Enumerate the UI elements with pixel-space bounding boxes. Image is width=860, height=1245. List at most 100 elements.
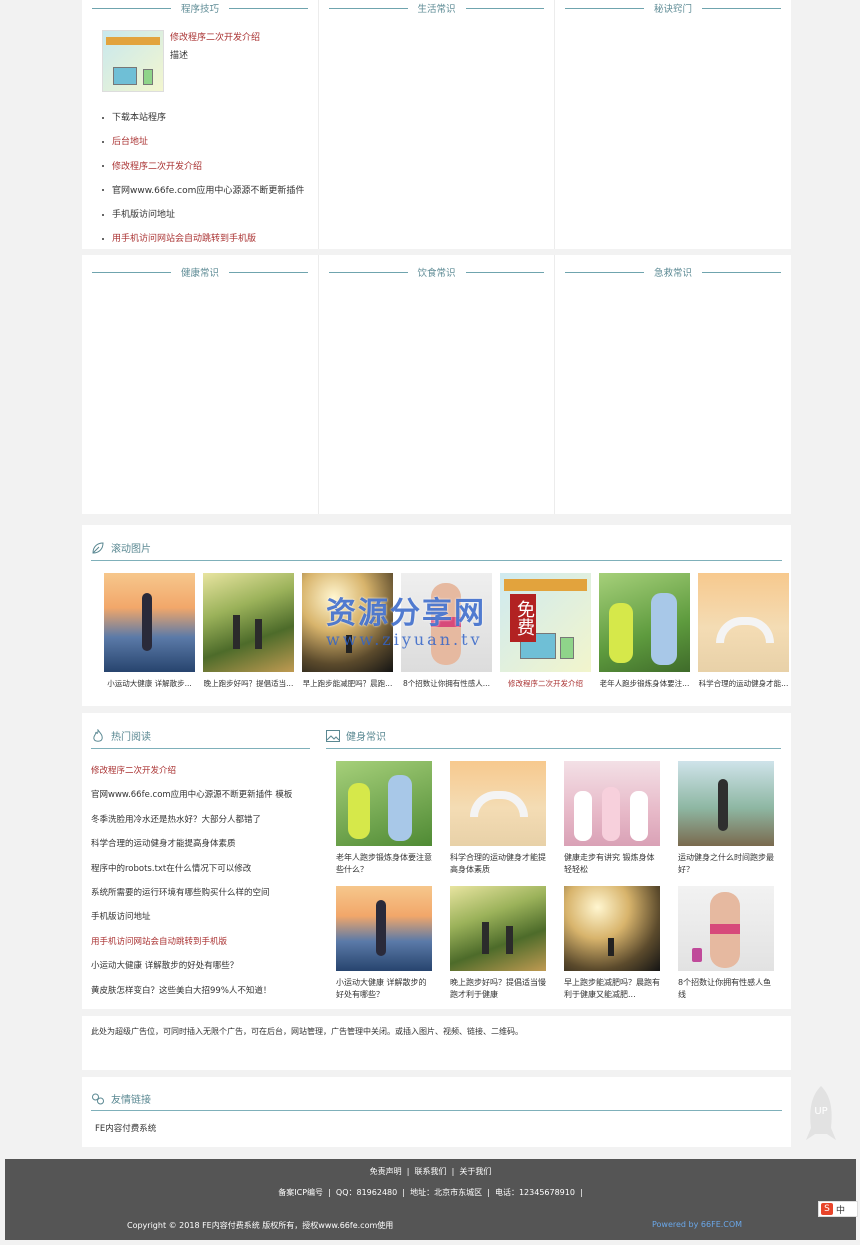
- ime-indicator[interactable]: S 中: [818, 1201, 858, 1217]
- column-title-text[interactable]: 急救常识: [654, 265, 692, 279]
- fitness-image[interactable]: [678, 761, 774, 846]
- footer-link-contact[interactable]: 联系我们: [415, 1167, 447, 1176]
- fitness-image[interactable]: [564, 761, 660, 846]
- carousel-caption[interactable]: 修改程序二次开发介绍: [500, 678, 591, 689]
- watermark-url-text: www.ziyuan.tv: [326, 630, 483, 649]
- footer-icp: 备案ICP编号: [278, 1188, 324, 1197]
- footer-powered-by[interactable]: Powered by 66FE.COM: [652, 1220, 742, 1229]
- list-item[interactable]: 冬季洗脸用冷水还是热水好？大部分人都错了: [91, 808, 310, 832]
- fitness-caption[interactable]: 运动健身之什么时间跑步最好？: [678, 852, 774, 876]
- list-item[interactable]: 科学合理的运动健身才能提高身体素质: [91, 832, 310, 856]
- section-title[interactable]: 健身常识: [346, 728, 386, 743]
- section-header: 热门阅读: [91, 723, 310, 749]
- friend-link[interactable]: FE内容付费系统: [95, 1122, 782, 1134]
- column-title: 健康常识: [82, 264, 318, 280]
- fitness-item[interactable]: 晚上跑步好吗？提倡适当慢跑才利于健康: [450, 886, 546, 1001]
- carousel-image[interactable]: [104, 573, 195, 672]
- list-item[interactable]: 用手机访问网站会自动跳转到手机版: [91, 930, 310, 954]
- fitness-caption[interactable]: 小运动大健康 详解散步的好处有哪些？: [336, 977, 432, 1001]
- list-item[interactable]: 后台地址: [102, 130, 318, 154]
- fitness-item[interactable]: 运动健身之什么时间跑步最好？: [678, 761, 774, 876]
- second-category-panel: 健康常识 饮食常识 急救常识: [82, 255, 791, 514]
- list-item[interactable]: 官网www.66fe.com应用中心源源不断更新插件: [102, 179, 318, 203]
- leaf-icon: [91, 541, 105, 555]
- carousel-caption[interactable]: 早上跑步能减肥吗？晨跑...: [302, 678, 393, 689]
- ad-banner[interactable]: 此处为超级广告位，可同时插入无限个广告，可在后台，网站管理，广告管理中关闭。或插…: [82, 1016, 791, 1070]
- fitness-caption[interactable]: 早上跑步能减肥吗？晨跑有利于健康又能减肥...: [564, 977, 660, 1001]
- carousel-image[interactable]: [698, 573, 789, 672]
- section-title[interactable]: 热门阅读: [111, 728, 151, 743]
- section-title[interactable]: 滚动图片: [111, 540, 151, 555]
- list-item[interactable]: 系统所需要的运行环境有哪些购买什么样的空间: [91, 881, 310, 905]
- list-item[interactable]: 用手机访问网站会自动跳转到手机版: [102, 227, 318, 251]
- featured-article[interactable]: 修改程序二次开发介绍 描述: [102, 30, 318, 92]
- section-header: 滚动图片: [91, 535, 782, 561]
- fitness-image[interactable]: [336, 886, 432, 971]
- fitness-item[interactable]: 健康走步有讲究 锻炼身体轻轻松: [564, 761, 660, 876]
- fitness-item[interactable]: 8个招数让你拥有性感人鱼线: [678, 886, 774, 1001]
- fitness-image[interactable]: [678, 886, 774, 971]
- watermark-main-text: 资源分享网: [326, 596, 486, 631]
- list-item[interactable]: 黄皮肤怎样变白？这些美白大招99%人不知道！: [91, 979, 310, 1003]
- link-icon: [91, 1092, 105, 1106]
- fitness-caption[interactable]: 8个招数让你拥有性感人鱼线: [678, 977, 774, 1001]
- site-footer: 免责声明 | 联系我们 | 关于我们 备案ICP编号 | QQ：81962480…: [5, 1159, 856, 1240]
- fitness-caption[interactable]: 科学合理的运动健身才能提高身体素质: [450, 852, 546, 876]
- footer-info: 备案ICP编号 | QQ：81962480 | 地址：北京市东城区 | 电话：1…: [278, 1188, 583, 1197]
- hot-reading-list: 修改程序二次开发介绍 官网www.66fe.com应用中心源源不断更新插件 模板…: [91, 759, 310, 1003]
- category-column-first-aid: 急救常识: [554, 255, 791, 514]
- back-to-top-button[interactable]: UP: [800, 1084, 842, 1144]
- carousel-item[interactable]: 晚上跑步好吗？提倡适当...: [203, 573, 294, 689]
- carousel-caption[interactable]: 老年人跑步锻炼身体要注...: [599, 678, 690, 689]
- footer-phone: 电话：12345678910: [494, 1188, 575, 1197]
- ime-language-label: 中: [836, 1205, 846, 1216]
- column-title-text[interactable]: 程序技巧: [181, 1, 219, 15]
- footer-qq: QQ：81962480: [335, 1188, 398, 1197]
- carousel-item[interactable]: 科学合理的运动健身才能...: [698, 573, 789, 689]
- fitness-caption[interactable]: 老年人跑步锻炼身体要注意些什么？: [336, 852, 432, 876]
- carousel-image[interactable]: [599, 573, 690, 672]
- fitness-item[interactable]: 小运动大健康 详解散步的好处有哪些？: [336, 886, 432, 1001]
- carousel-image[interactable]: [203, 573, 294, 672]
- up-label: UP: [814, 1106, 828, 1117]
- fitness-item[interactable]: 科学合理的运动健身才能提高身体素质: [450, 761, 546, 876]
- carousel-caption[interactable]: 晚上跑步好吗？提倡适当...: [203, 678, 294, 689]
- section-header: 健身常识: [326, 723, 781, 749]
- footer-nav: 免责声明 | 联系我们 | 关于我们: [369, 1167, 492, 1176]
- featured-description: 描述: [170, 51, 189, 61]
- list-item[interactable]: 下载本站程序: [102, 106, 318, 130]
- column-title-text[interactable]: 生活常识: [418, 1, 456, 15]
- fitness-image[interactable]: [336, 761, 432, 846]
- footer-link-disclaimer[interactable]: 免责声明: [370, 1167, 402, 1176]
- category-column-health: 健康常识: [82, 255, 318, 514]
- column-title: 生活常识: [319, 0, 554, 16]
- footer-link-about[interactable]: 关于我们: [459, 1167, 491, 1176]
- list-item[interactable]: 修改程序二次开发介绍: [91, 759, 310, 783]
- column-title-text[interactable]: 秘诀窍门: [654, 1, 692, 15]
- carousel-caption[interactable]: 8个招数让你拥有性感人...: [401, 678, 492, 689]
- fitness-caption[interactable]: 健康走步有讲究 锻炼身体轻轻松: [564, 852, 660, 876]
- fitness-image[interactable]: [450, 886, 546, 971]
- fitness-item[interactable]: 早上跑步能减肥吗？晨跑有利于健康又能减肥...: [564, 886, 660, 1001]
- list-item[interactable]: 手机版访问地址: [102, 203, 318, 227]
- image-icon: [326, 729, 340, 742]
- carousel-item[interactable]: 小运动大健康 详解散步...: [104, 573, 195, 689]
- list-item[interactable]: 程序中的robots.txt在什么情况下可以修改: [91, 857, 310, 881]
- section-title[interactable]: 友情链接: [111, 1091, 151, 1106]
- featured-title-link[interactable]: 修改程序二次开发介绍: [170, 30, 260, 43]
- column-title-text[interactable]: 饮食常识: [418, 265, 456, 279]
- list-item[interactable]: 手机版访问地址: [91, 905, 310, 929]
- list-item[interactable]: 小运动大健康 详解散步的好处有哪些？: [91, 954, 310, 978]
- fitness-caption[interactable]: 晚上跑步好吗？提倡适当慢跑才利于健康: [450, 977, 546, 1001]
- program-tips-list: 下载本站程序 后台地址 修改程序二次开发介绍 官网www.66fe.com应用中…: [102, 106, 318, 252]
- fitness-item[interactable]: 老年人跑步锻炼身体要注意些什么？: [336, 761, 432, 876]
- column-title-text[interactable]: 健康常识: [181, 265, 219, 279]
- carousel-caption[interactable]: 小运动大健康 详解散步...: [104, 678, 195, 689]
- list-item[interactable]: 官网www.66fe.com应用中心源源不断更新插件 模板: [91, 783, 310, 807]
- carousel-caption[interactable]: 科学合理的运动健身才能...: [698, 678, 789, 689]
- fitness-image[interactable]: [450, 761, 546, 846]
- featured-thumbnail[interactable]: [102, 30, 164, 92]
- fitness-image[interactable]: [564, 886, 660, 971]
- list-item[interactable]: 修改程序二次开发介绍: [102, 155, 318, 179]
- carousel-item[interactable]: 老年人跑步锻炼身体要注...: [599, 573, 690, 689]
